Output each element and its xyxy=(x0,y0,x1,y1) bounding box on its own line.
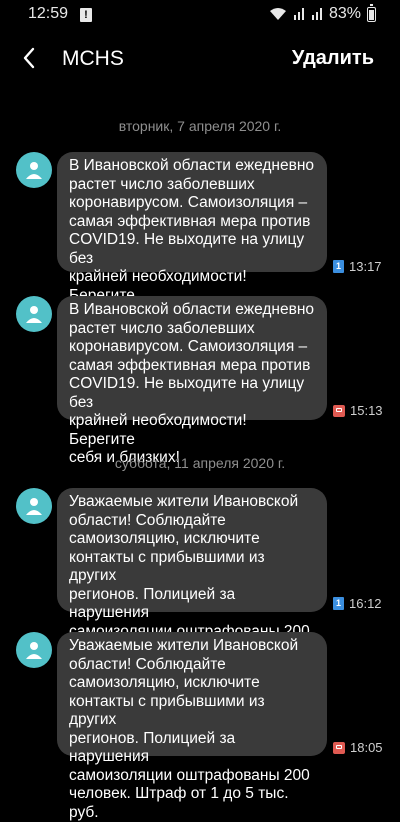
battery-icon xyxy=(367,3,376,22)
avatar[interactable] xyxy=(16,488,52,524)
status-bar: 12:59 ! 83% xyxy=(0,0,400,30)
avatar[interactable] xyxy=(16,296,52,332)
avatar[interactable] xyxy=(16,152,52,188)
message-meta: 1 16:12 xyxy=(333,596,382,611)
message-meta: 15:13 xyxy=(333,403,383,418)
person-icon xyxy=(26,498,42,515)
message-time: 18:05 xyxy=(350,740,383,755)
message-bubble[interactable]: Уважаемые жители Ивановской области! Соб… xyxy=(57,488,327,677)
app-bar: MCHS Удалить xyxy=(0,38,400,82)
wifi-icon xyxy=(269,8,286,20)
message-bubble[interactable]: Уважаемые жители Ивановской области! Соб… xyxy=(57,632,327,821)
sim1-icon: 1 xyxy=(333,260,344,273)
status-right: 83% xyxy=(269,3,376,23)
conversation-title: MCHS xyxy=(62,47,124,70)
message-text: В Ивановской области ежедневно растет чи… xyxy=(69,301,315,466)
sim2-icon xyxy=(333,741,345,754)
battery-percent: 83% xyxy=(328,5,361,22)
message-bubble[interactable]: В Ивановской области ежедневно растет чи… xyxy=(57,152,327,322)
delete-button[interactable]: Удалить xyxy=(292,47,374,70)
message-meta: 18:05 xyxy=(333,740,383,755)
message-meta: 1 13:17 xyxy=(333,259,382,274)
date-separator: суббота, 11 апреля 2020 г. xyxy=(114,455,286,471)
status-time: 12:59 xyxy=(28,5,69,22)
message-time: 15:13 xyxy=(350,403,383,418)
avatar[interactable] xyxy=(16,632,52,668)
message-bubble[interactable]: В Ивановской области ежедневно растет чи… xyxy=(57,296,327,466)
person-icon xyxy=(26,162,42,179)
alert-icon: ! xyxy=(80,8,92,22)
signal-sim2-icon xyxy=(311,8,322,20)
sim2-icon xyxy=(333,404,345,417)
chevron-left-icon[interactable] xyxy=(18,46,42,70)
message-time: 16:12 xyxy=(349,596,382,611)
sim1-icon: 1 xyxy=(333,597,344,610)
person-icon xyxy=(26,306,42,323)
date-separator: вторник, 7 апреля 2020 г. xyxy=(118,118,282,134)
person-icon xyxy=(26,642,42,659)
message-time: 13:17 xyxy=(349,259,382,274)
message-text: Уважаемые жители Ивановской области! Соб… xyxy=(69,637,310,821)
signal-sim1-icon xyxy=(293,8,304,20)
